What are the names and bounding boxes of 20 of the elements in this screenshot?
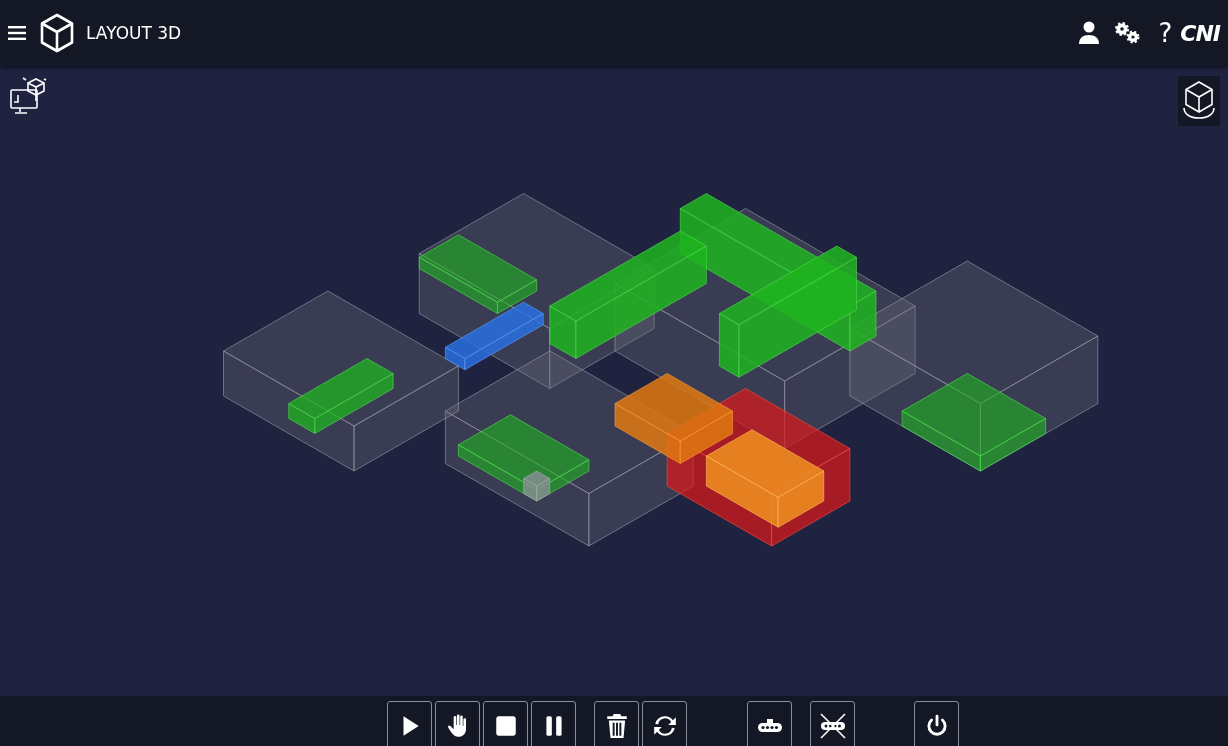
user-icon[interactable] <box>1078 21 1101 45</box>
cube-icon <box>40 13 74 53</box>
monitor-cube-icon[interactable] <box>10 76 48 116</box>
conveyor-off-button[interactable] <box>810 701 855 746</box>
conveyor-off-icon <box>817 711 848 741</box>
conveyor-button[interactable] <box>747 701 792 746</box>
power-button[interactable] <box>914 701 959 746</box>
refresh-button[interactable] <box>642 701 687 746</box>
app-title: LAYOUT 3D <box>86 23 182 43</box>
view-cube-button[interactable] <box>1178 76 1220 126</box>
pause-button[interactable] <box>531 701 576 746</box>
hand-button[interactable] <box>435 701 480 746</box>
play-button[interactable] <box>387 701 432 746</box>
company-logo: CNI <box>1180 20 1220 46</box>
menu-icon[interactable] <box>8 25 26 41</box>
trash-button[interactable] <box>594 701 639 746</box>
stop-button[interactable] <box>483 701 528 746</box>
conveyor-icon <box>756 719 783 733</box>
help-icon[interactable]: ? <box>1158 18 1173 48</box>
refresh-icon <box>651 713 678 739</box>
